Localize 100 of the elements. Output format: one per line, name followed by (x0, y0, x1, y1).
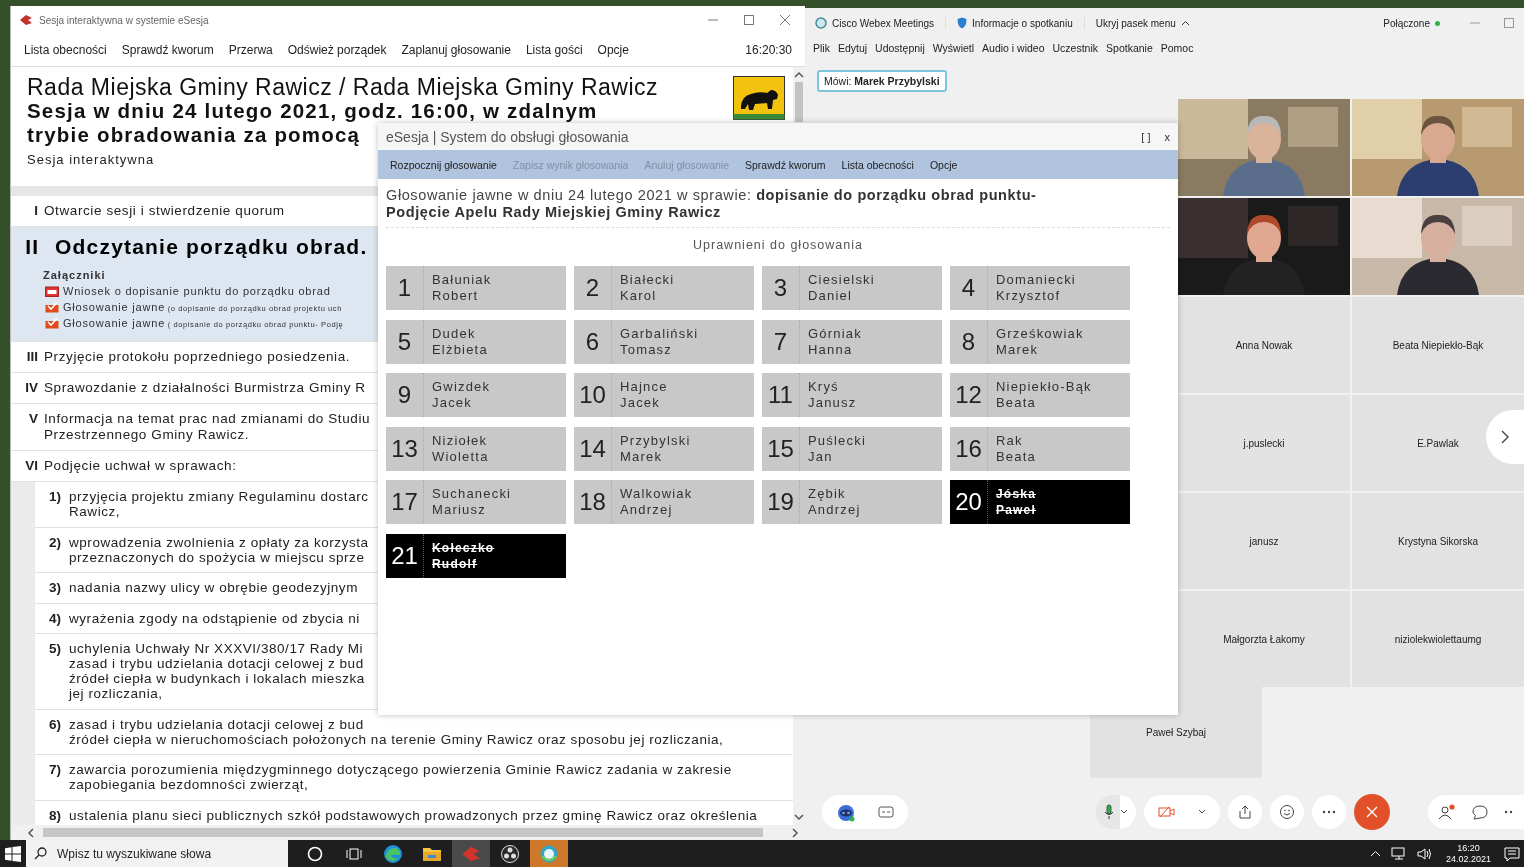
resolution-item[interactable]: zasad i trybu udzielania dotacji celowej z bud źródeł ciepła w nieruchomościach położonych na terenie Gminy Rawicz oraz sposobu jej rozliczania, (69, 716, 724, 747)
voter-card[interactable]: 12 Niepiekło-Bąk Beata (950, 373, 1130, 417)
menu-item[interactable]: Spotkanie (1106, 42, 1153, 54)
menu-item[interactable]: Plik (813, 42, 830, 54)
scroll-left-icon[interactable] (27, 827, 35, 838)
attachment-link[interactable]: Wniosek o dopisanie punktu do porządku obrad (63, 285, 331, 297)
chevron-up-icon[interactable] (1180, 20, 1190, 26)
window-control[interactable]: x (1164, 130, 1170, 143)
start-icon[interactable] (5, 845, 21, 862)
voter-name: Walkowiak Andrzej (620, 486, 693, 518)
menu-item[interactable]: Udostępnij (875, 42, 925, 54)
meeting-info-button[interactable]: Informacje o spotkaniu (972, 17, 1073, 29)
resolution-item[interactable]: ustalenia planu sieci publicznych szkół podstawowych prowadzonych przez gminę Rawicz oraz określenia (69, 807, 758, 823)
microphone-icon (1104, 804, 1114, 820)
voter-card[interactable]: 6 Garbaliński Tomasz (574, 319, 754, 364)
menu-item[interactable]: Zaplanuj głosowanie (401, 43, 511, 57)
menu-item[interactable]: Lista gości (525, 43, 583, 57)
scroll-thumb[interactable] (43, 828, 763, 837)
voter-card[interactable]: 3 Ciesielski Daniel (762, 266, 942, 310)
voter-card[interactable]: 9 Gwizdek Jacek (386, 373, 566, 417)
taskbar-clock[interactable]: 16:20 24.02.2021 (1445, 842, 1491, 865)
voter-name: Garbaliński Tomasz (620, 325, 699, 358)
resolution-item[interactable]: uchylenia Uchwały Nr XXXVI/380/17 Rady Mi zasad i trybu udzielania dotacji celowej z bud źródeł ciepła w budynkach i lokalach mieszka jej rozliczania, (69, 641, 365, 701)
resolution-item[interactable]: zawarcia porozumienia międzygminnego dotyczącego powierzenia Gminie Rawicz zadania w zakresie zapobiegania bezdomności zwierząt, (69, 762, 732, 792)
menu-item[interactable]: Wyświetl (932, 42, 975, 54)
assistant-button[interactable] (822, 795, 908, 829)
network-icon[interactable] (1390, 846, 1407, 861)
reactions-button[interactable] (1270, 795, 1304, 829)
voter-card[interactable]: 14 Przybylski Marek (574, 426, 754, 471)
menu-item[interactable]: Rozpocznij głosowanie (390, 158, 497, 171)
voter-card[interactable]: 18 Walkowiak Andrzej (574, 480, 754, 524)
end-call-button[interactable] (1354, 794, 1390, 830)
scroll-down-icon[interactable] (794, 813, 804, 821)
microphone-button[interactable] (1096, 795, 1136, 829)
maximize-icon[interactable] (743, 14, 755, 26)
resolution-item[interactable]: nadania nazwy ulicy w obrębie geodezyjnym (69, 580, 358, 595)
menu-item[interactable]: Uczestnik (1052, 42, 1099, 54)
menu-item[interactable]: Audio i wideo (982, 42, 1045, 54)
voter-name: Grześkowiak Marek (996, 325, 1084, 358)
side-panel-buttons[interactable] (1428, 795, 1524, 829)
close-icon[interactable] (779, 14, 791, 26)
hide-menu-button[interactable]: Ukryj pasek menu (1095, 17, 1176, 29)
voter-card[interactable]: 4 Domaniecki Krzysztof (950, 266, 1130, 310)
menu-item[interactable]: Przerwa (228, 43, 273, 57)
active-speaker-label: Mówi: Marek Przybylski (817, 70, 947, 92)
agenda-title[interactable]: Informacja na temat prac nad zmianami do Studiu Przestrzennego Gminy Rawicz. (44, 411, 371, 443)
horizontal-scrollbar[interactable] (11, 825, 805, 840)
chat-icon[interactable] (1472, 804, 1488, 820)
caret-down-icon (1120, 809, 1128, 815)
agenda-title[interactable]: Przyjęcie protokołu poprzedniego posiedzenia. (44, 349, 351, 365)
share-button[interactable] (1228, 795, 1262, 829)
menu-item[interactable]: Sprawdź kworum (745, 158, 826, 171)
voter-card[interactable]: 19 Zębik Andrzej (762, 480, 942, 524)
menu-item[interactable]: Edytuj (837, 42, 868, 54)
voter-name: Białecki Karol (620, 272, 675, 304)
scroll-thumb[interactable] (795, 82, 803, 122)
voter-number: 15 (762, 426, 800, 471)
scroll-up-icon[interactable] (794, 71, 804, 79)
voter-card[interactable]: 20 Jóska Paweł (950, 480, 1130, 524)
voter-card[interactable]: 7 Górniak Hanna (762, 319, 942, 364)
participants-icon[interactable] (1438, 804, 1456, 820)
voter-card[interactable]: 17 Suchanecki Mariusz (386, 480, 566, 524)
search-input[interactable]: Wpisz tu wyszukiwane słowa (55, 845, 280, 862)
menu-item[interactable]: Sprawdź kworum (121, 43, 214, 57)
menu-item[interactable]: Opcje (597, 43, 629, 57)
menu-item[interactable]: Lista obecności (841, 158, 914, 171)
voter-card[interactable]: 10 Hajnce Jacek (574, 373, 754, 417)
voter-card[interactable]: 5 Dudek Elżbieta (386, 319, 566, 364)
scroll-right-icon[interactable] (791, 827, 799, 838)
resolution-item[interactable]: przyjęcia projektu zmiany Regulaminu dostarc Rawicz, (69, 489, 369, 519)
voter-number: 13 (386, 426, 424, 471)
agenda-number: II (24, 235, 39, 259)
voter-card[interactable]: 8 Grześkowiak Marek (950, 319, 1130, 364)
agenda-title[interactable]: Otwarcie sesji i stwierdzenie quorum (44, 203, 285, 219)
captions-icon[interactable] (878, 806, 894, 818)
menu-item[interactable]: Opcje (929, 158, 958, 171)
voter-card[interactable]: 16 Rak Beata (950, 426, 1130, 471)
window-control[interactable]: [ ] (1141, 130, 1151, 143)
voter-number: 14 (574, 426, 612, 471)
voter-card[interactable]: 2 Białecki Karol (574, 266, 754, 310)
menu-item[interactable]: Pomoc (1160, 42, 1194, 54)
menu-item[interactable]: Odśwież porządek (287, 43, 387, 57)
agenda-title[interactable]: Podjęcie uchwał w sprawach: (44, 458, 237, 474)
voter-card[interactable]: 21 Kołeczko Rudolf (386, 533, 566, 578)
voter-card[interactable]: 1 Bałuniak Robert (386, 266, 566, 310)
more-icon[interactable] (1504, 810, 1514, 814)
connection-status: Połączone (1383, 17, 1430, 29)
voter-number: 10 (574, 373, 612, 417)
voter-card[interactable]: 15 Puślecki Jan (762, 426, 942, 471)
share-icon (1237, 804, 1253, 820)
resolution-item[interactable]: wprowadzenia zwolnienia z opłaty za korzysta przeznaczonych do spożycia w miejscu sprze (69, 534, 369, 565)
volume-icon[interactable] (1416, 846, 1433, 861)
taskbar-search-field[interactable]: Wpisz tu wyszukiwane słowa (26, 840, 288, 867)
resolution-item[interactable]: wyrażenia zgody na odstąpienie od zbycia ni (69, 610, 360, 626)
voter-name: Rak Beata (996, 432, 1036, 465)
agenda-title[interactable]: Sprawozdanie z działalności Burmistrza Gminy R (44, 380, 366, 396)
notifications-icon[interactable] (1504, 845, 1520, 862)
menu-item[interactable]: Lista obecności (24, 43, 107, 57)
voter-card[interactable]: 13 Niziołek Wioletta (386, 426, 566, 471)
voter-card[interactable]: 11 Kryś Janusz (762, 373, 942, 417)
